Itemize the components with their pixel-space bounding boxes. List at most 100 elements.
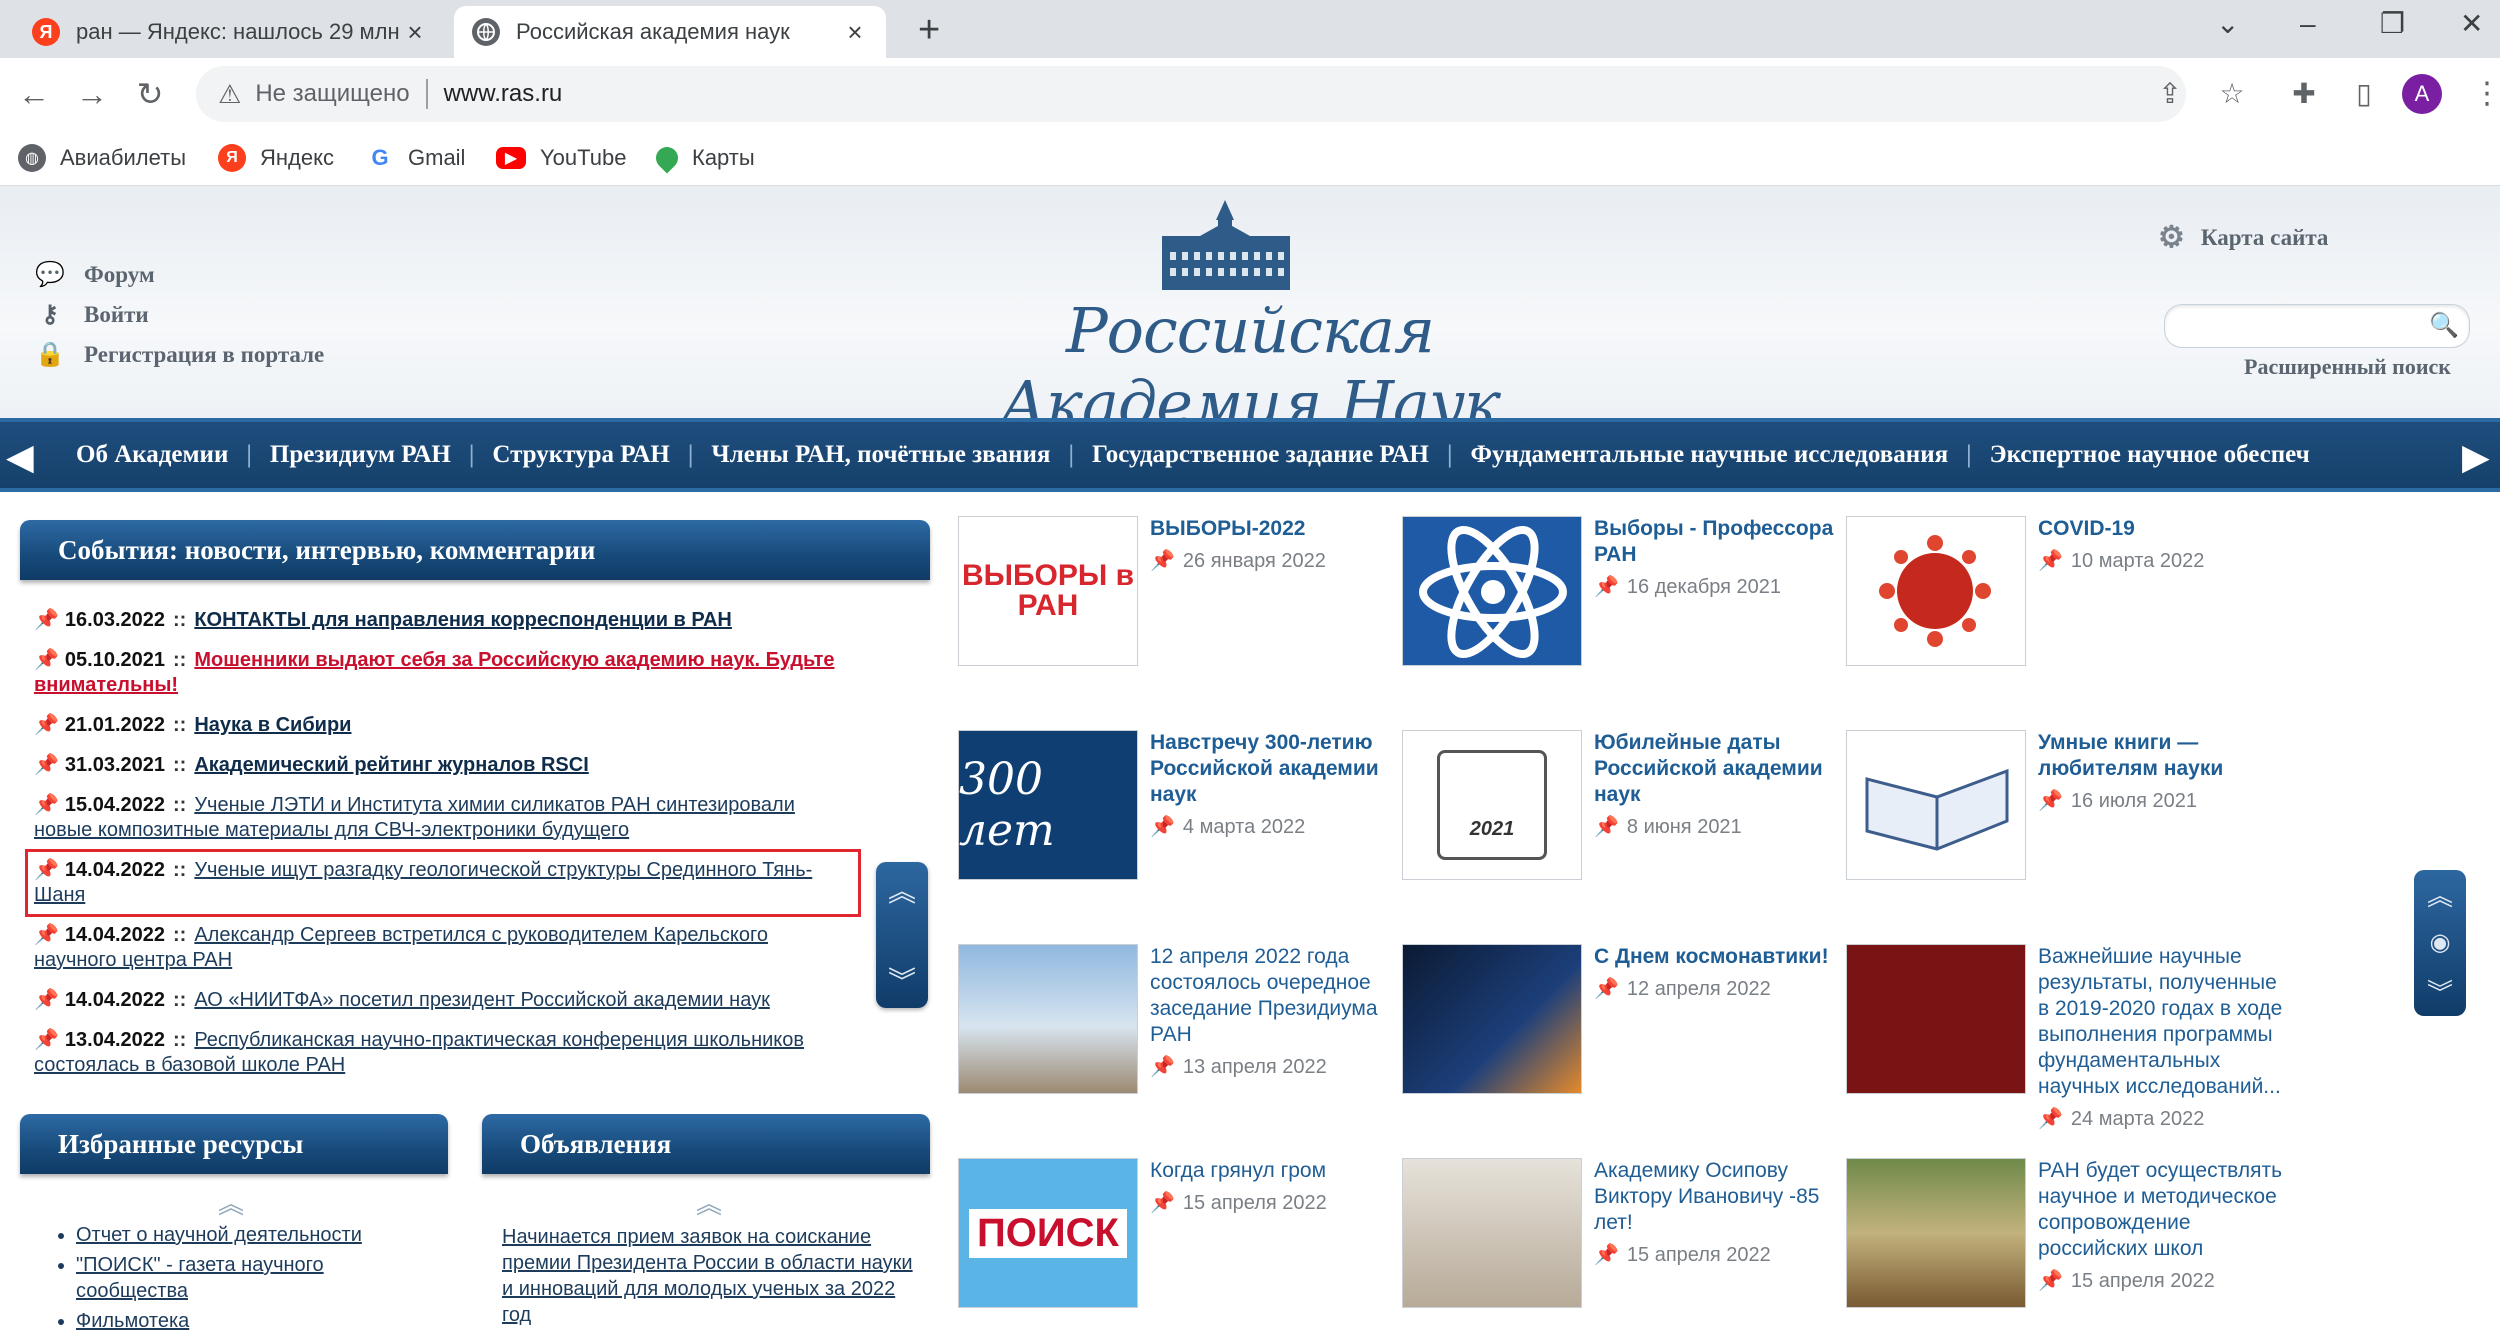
tile-thunder[interactable]: ПОИСК Когда грянул гром 📌 15 апреля 2022 bbox=[958, 1158, 1398, 1334]
tile-title[interactable]: Важнейшие научные результаты, полученные… bbox=[2038, 944, 2288, 1100]
news-link[interactable]: КОНТАКТЫ для направления корреспонденции… bbox=[194, 609, 732, 631]
events-scroll-control[interactable]: ︽ ︾ bbox=[876, 862, 928, 1008]
tile-schools-support[interactable]: РАН будет осуществлять научное и методич… bbox=[1846, 1158, 2286, 1334]
share-icon[interactable]: ⇪ bbox=[2148, 72, 2192, 116]
nav-item-expert[interactable]: Экспертное научное обеспеч bbox=[1972, 441, 2328, 469]
sitemap-link[interactable]: ⚙ Карта сайта bbox=[2158, 220, 2328, 255]
announcement-link[interactable]: Начинается прием заявок на соискание пре… bbox=[502, 1224, 922, 1328]
tile-title[interactable]: Когда грянул гром bbox=[1150, 1158, 1400, 1184]
nav-item-members[interactable]: Члены РАН, почётные звания bbox=[693, 441, 1068, 469]
resources-scroll-up-icon[interactable]: ︽ bbox=[218, 1184, 244, 1221]
presidium-building-image[interactable] bbox=[958, 944, 1138, 1094]
nav-item-structure[interactable]: Структура РАН bbox=[474, 441, 687, 469]
calendar-image[interactable]: 2021 bbox=[1402, 730, 1582, 880]
tile-anniversaries[interactable]: 2021 Юбилейные даты Российской академии … bbox=[1402, 730, 1842, 910]
restore-button[interactable]: ❐ bbox=[2380, 4, 2405, 44]
tab-yandex-search[interactable]: Я ран — Яндекс: нашлось 29 млн × bbox=[14, 6, 446, 58]
tab-ras[interactable]: Российская академия наук × bbox=[454, 6, 886, 58]
tile-cosmonautics-day[interactable]: С Днем космонавтики! 📌 12 апреля 2022 bbox=[1402, 944, 1842, 1124]
tab-strip: Я ран — Яндекс: нашлось 29 млн × Российс… bbox=[0, 0, 2500, 58]
announcements-scroll-up-icon[interactable]: ︽ bbox=[696, 1184, 722, 1221]
tile-elections[interactable]: ВЫБОРЫ в РАН ВЫБОРЫ-2022 📌 26 января 2022 bbox=[958, 516, 1398, 696]
login-link[interactable]: ⚷ Войти bbox=[34, 300, 148, 329]
resource-link[interactable]: "ПОИСК" - газета научного сообщества bbox=[76, 1254, 324, 1302]
nav-left-arrow-icon[interactable]: ◀ bbox=[6, 436, 34, 478]
tiles-scroll-control[interactable]: ︽ ◉ ︾ bbox=[2414, 870, 2466, 1016]
poisk-newspaper-image[interactable]: ПОИСК bbox=[958, 1158, 1138, 1308]
security-label[interactable]: Не защищено bbox=[255, 80, 409, 108]
bookmark-star-icon[interactable]: ☆ bbox=[2210, 72, 2254, 116]
tile-title[interactable]: COVID-19 bbox=[2038, 516, 2288, 542]
close-tab-icon[interactable]: × bbox=[402, 19, 428, 45]
tile-covid[interactable]: COVID-19 📌 10 марта 2022 bbox=[1846, 516, 2286, 696]
forum-link[interactable]: 💬 Форум bbox=[34, 260, 155, 289]
search-icon[interactable]: 🔍 bbox=[2429, 311, 2459, 340]
scroll-down-icon[interactable]: ︾ bbox=[876, 960, 928, 1000]
pin-icon: 📌 bbox=[34, 924, 59, 946]
forward-button[interactable]: → bbox=[70, 72, 114, 116]
extensions-icon[interactable]: ✚ bbox=[2282, 72, 2326, 116]
menu-kebab-icon[interactable]: ⋮ bbox=[2472, 72, 2500, 116]
scroll-down-icon[interactable]: ︾ bbox=[2414, 973, 2466, 1010]
nav-item-fundamental-research[interactable]: Фундаментальные научные исследования bbox=[1453, 441, 1967, 469]
tile-title[interactable]: Навстречу 300-летию Российской академии … bbox=[1150, 730, 1400, 808]
scroll-up-icon[interactable]: ︽ bbox=[2414, 876, 2466, 913]
portrait-image[interactable] bbox=[1402, 1158, 1582, 1308]
tile-presidium-meeting[interactable]: 12 апреля 2022 года состоялось очередное… bbox=[958, 944, 1398, 1124]
ras-logo[interactable]: Российская Академия Наук bbox=[900, 198, 1600, 440]
resource-link[interactable]: Отчет о научной деятельности bbox=[76, 1224, 362, 1246]
tile-title[interactable]: РАН будет осуществлять научное и методич… bbox=[2038, 1158, 2288, 1262]
tile-300-years[interactable]: 300 лет Навстречу 300-летию Российской а… bbox=[958, 730, 1398, 910]
tile-title[interactable]: ВЫБОРЫ-2022 bbox=[1150, 516, 1400, 542]
virus-image[interactable] bbox=[1846, 516, 2026, 666]
elections-image[interactable]: ВЫБОРЫ в РАН bbox=[958, 516, 1138, 666]
bookmark-maps[interactable]: Карты bbox=[651, 140, 755, 176]
nav-right-arrow-icon[interactable]: ▶ bbox=[2462, 436, 2490, 478]
nav-item-presidium[interactable]: Президиум РАН bbox=[252, 441, 469, 469]
news-link[interactable]: Академический рейтинг журналов RSCI bbox=[194, 754, 588, 776]
tile-title[interactable]: Выборы - Профессора РАН bbox=[1594, 516, 1844, 568]
tab-search-chevron-icon[interactable]: ⌄ bbox=[2216, 4, 2239, 44]
reload-button[interactable]: ↻ bbox=[128, 72, 172, 116]
new-tab-button[interactable]: + bbox=[918, 10, 940, 50]
tile-smart-books[interactable]: Умные книги — любителям науки 📌 16 июля 2… bbox=[1846, 730, 2286, 910]
atom-emblem-image[interactable] bbox=[1402, 516, 1582, 666]
url-text[interactable]: www.ras.ru bbox=[444, 80, 563, 108]
register-link[interactable]: 🔒 Регистрация в портале bbox=[34, 340, 324, 369]
news-link[interactable]: Наука в Сибири bbox=[194, 714, 351, 736]
pin-icon: 📌 bbox=[34, 649, 59, 671]
resource-link[interactable]: Фильмотека bbox=[76, 1310, 189, 1332]
news-link[interactable]: АО «НИИТФА» посетил президент Российской… bbox=[194, 989, 770, 1011]
advanced-search-link[interactable]: Расширенный поиск bbox=[2244, 354, 2451, 380]
tile-title[interactable]: 12 апреля 2022 года состоялось очередное… bbox=[1150, 944, 1400, 1048]
rss-icon[interactable]: ◉ bbox=[2414, 928, 2466, 957]
warning-icon[interactable]: ⚠ bbox=[218, 79, 241, 110]
minimize-button[interactable]: – bbox=[2300, 4, 2316, 44]
cosmonaut-image[interactable] bbox=[1402, 944, 1582, 1094]
bookmark-aviabilety[interactable]: ◍ Авиабилеты bbox=[18, 140, 186, 176]
side-panel-icon[interactable]: ▯ bbox=[2342, 72, 2386, 116]
bookmark-yandex[interactable]: Я Яндекс bbox=[218, 140, 334, 176]
tile-title[interactable]: Умные книги — любителям науки bbox=[2038, 730, 2288, 782]
open-book-image[interactable] bbox=[1846, 730, 2026, 880]
back-button[interactable]: ← bbox=[12, 72, 56, 116]
site-search-input[interactable]: 🔍 bbox=[2164, 304, 2470, 348]
bookmark-youtube[interactable]: ▶ YouTube bbox=[496, 140, 626, 176]
tile-title[interactable]: Академику Осипову Виктору Ивановичу -85 … bbox=[1594, 1158, 1844, 1236]
300-years-image[interactable]: 300 лет bbox=[958, 730, 1138, 880]
nav-item-state-task[interactable]: Государственное задание РАН bbox=[1074, 441, 1447, 469]
results-cover-image[interactable] bbox=[1846, 944, 2026, 1094]
profile-avatar[interactable]: A bbox=[2402, 74, 2442, 114]
close-window-button[interactable]: ✕ bbox=[2460, 4, 2483, 44]
tile-key-results[interactable]: Важнейшие научные результаты, полученные… bbox=[1846, 944, 2288, 1130]
tile-title[interactable]: С Днем космонавтики! bbox=[1594, 944, 1844, 970]
close-tab-icon[interactable]: × bbox=[842, 19, 868, 45]
tile-osipov[interactable]: Академику Осипову Виктору Ивановичу -85 … bbox=[1402, 1158, 1842, 1334]
bookmark-gmail[interactable]: G Gmail bbox=[366, 140, 465, 176]
scroll-up-icon[interactable]: ︽ bbox=[876, 870, 928, 910]
ras-building-image[interactable] bbox=[1846, 1158, 2026, 1308]
nav-item-about[interactable]: Об Академии bbox=[58, 441, 246, 469]
tile-professors-elections[interactable]: Выборы - Профессора РАН 📌 16 декабря 2021 bbox=[1402, 516, 1842, 696]
address-bar[interactable]: ⚠ Не защищено www.ras.ru bbox=[196, 66, 2186, 122]
tile-title[interactable]: Юбилейные даты Российской академии наук bbox=[1594, 730, 1844, 808]
